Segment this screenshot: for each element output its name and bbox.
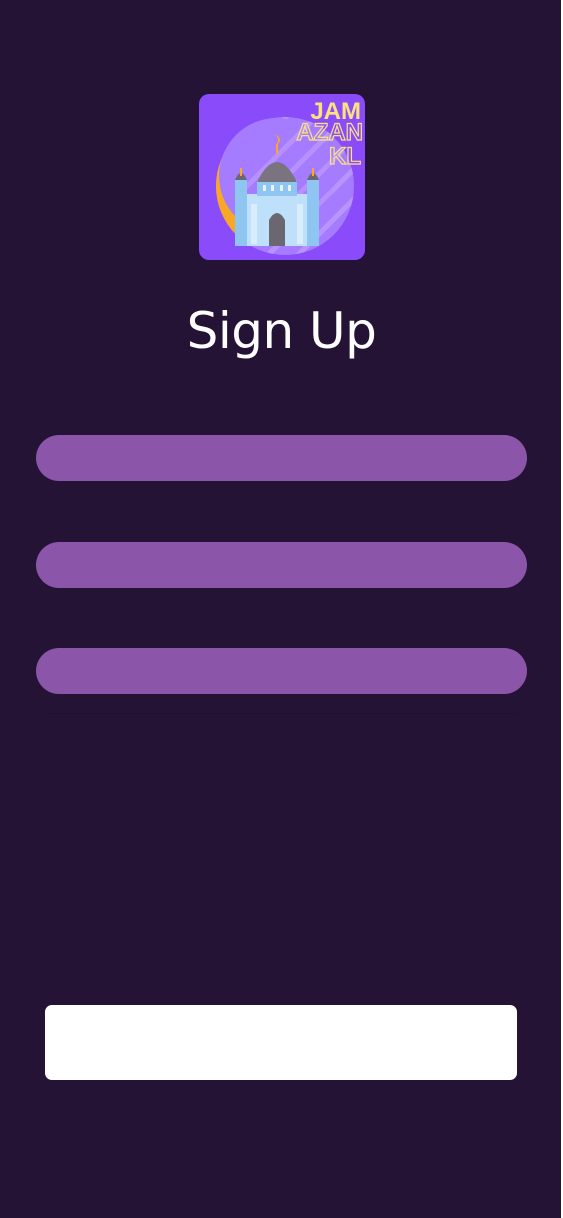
sign-up-button[interactable]: [45, 1005, 517, 1080]
mosque-crescent-icon: JAM AZAN KL: [216, 98, 364, 255]
page-title: Sign Up: [186, 302, 377, 360]
signup-screen: JAM AZAN KL Sign Up: [0, 0, 561, 1218]
app-logo: JAM AZAN KL: [199, 94, 365, 260]
svg-text:AZAN: AZAN: [296, 119, 363, 146]
signup-field-3[interactable]: [36, 648, 527, 694]
divider: [45, 713, 517, 714]
svg-text:KL: KL: [329, 143, 361, 170]
signup-field-2[interactable]: [36, 542, 527, 588]
signup-field-1[interactable]: [36, 435, 527, 481]
